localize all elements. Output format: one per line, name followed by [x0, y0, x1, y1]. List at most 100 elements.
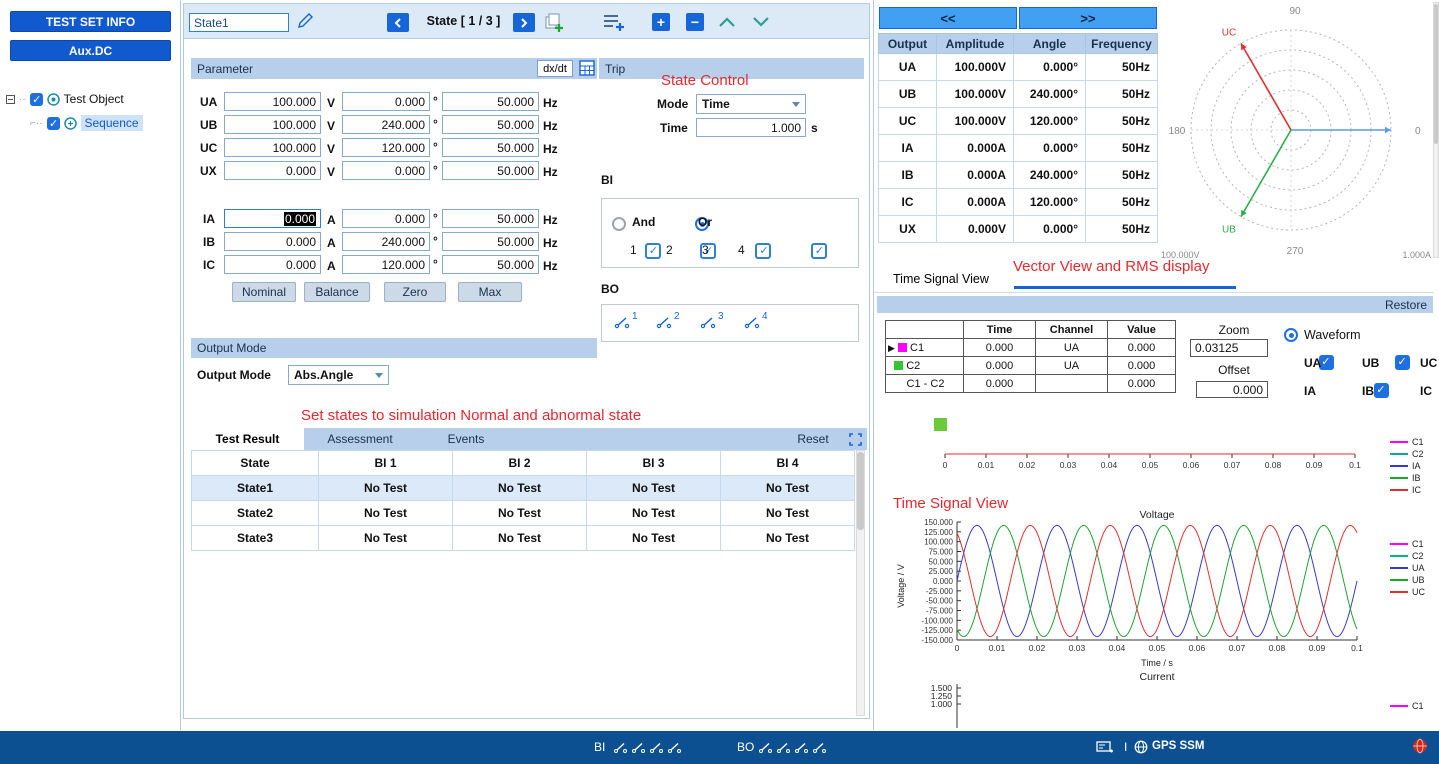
- device-connection-icon[interactable]: [1096, 740, 1114, 758]
- legend-item: UB: [1390, 574, 1438, 586]
- tab-test-result[interactable]: Test Result: [191, 428, 304, 450]
- bo-3-switch-icon[interactable]: [700, 314, 716, 332]
- cursor-row-c2[interactable]: C2 0.000 UA 0.000: [886, 357, 1176, 375]
- ic-amplitude-input[interactable]: [224, 255, 321, 274]
- dxdt-button[interactable]: dx/dt: [537, 60, 573, 77]
- waveform-radio[interactable]: [1284, 328, 1298, 342]
- bi-3-checkbox[interactable]: [755, 243, 771, 259]
- cursor-row-c1[interactable]: ▶ C1 0.000 UA 0.000: [886, 339, 1176, 357]
- ia-amplitude-input[interactable]: 0.000: [224, 209, 321, 228]
- output-mode-select[interactable]: Abs.Angle: [288, 365, 389, 385]
- output-cell: UX: [879, 216, 937, 243]
- bi-and-radio[interactable]: [612, 217, 626, 231]
- ub-amplitude-input[interactable]: [224, 115, 321, 134]
- ua-frequency-input[interactable]: [442, 92, 539, 111]
- add-state-button[interactable]: +: [652, 13, 670, 31]
- move-up-button[interactable]: [717, 15, 737, 29]
- angle-90-label: 90: [1289, 6, 1301, 17]
- remove-state-button[interactable]: −: [686, 13, 704, 31]
- ub-frequency-input[interactable]: [442, 115, 539, 134]
- edit-state-name-icon[interactable]: [294, 10, 316, 32]
- bi2-cell: No Test: [453, 501, 587, 526]
- ib-angle-input[interactable]: [342, 232, 430, 251]
- angle-cell: 0.000°: [1014, 135, 1086, 162]
- prev-state-button[interactable]: [387, 13, 409, 32]
- trip-time-input[interactable]: [696, 118, 806, 137]
- ib-amplitude-input[interactable]: [224, 232, 321, 251]
- application-window: TEST SET INFO Aux.DC ·· Test Object ⌐·· …: [0, 0, 1439, 764]
- tab-time-signal-view[interactable]: Time Signal View: [893, 272, 989, 286]
- move-down-button[interactable]: [751, 15, 771, 29]
- bi-4-checkbox[interactable]: [811, 243, 827, 259]
- ua-amplitude-input[interactable]: [224, 92, 321, 111]
- table-row-state1[interactable]: State1 No Test No Test No Test No Test: [192, 476, 855, 501]
- vector-scrollbar[interactable]: [1433, 2, 1439, 258]
- ia-angle-input[interactable]: [342, 209, 430, 228]
- calculator-icon[interactable]: [579, 60, 595, 76]
- parameter-title: Parameter: [197, 62, 253, 76]
- balance-button[interactable]: Balance: [304, 282, 370, 302]
- results-scrollbar[interactable]: [856, 450, 865, 716]
- uc-angle-input[interactable]: [342, 138, 430, 157]
- ux-frequency-input[interactable]: [442, 161, 539, 180]
- restore-button[interactable]: Restore: [1385, 298, 1427, 312]
- ux-angle-input[interactable]: [342, 161, 430, 180]
- hz-label: Hz: [543, 236, 558, 250]
- ux-amplitude-input[interactable]: [224, 161, 321, 180]
- y-tick-label: -75.000: [926, 607, 954, 616]
- tab-events[interactable]: Events: [416, 428, 516, 450]
- ia-frequency-input[interactable]: [442, 209, 539, 228]
- sequence-checkbox[interactable]: [47, 117, 60, 130]
- insert-state-icon[interactable]: [601, 11, 627, 33]
- prev-page-button[interactable]: <<: [879, 7, 1017, 29]
- parameter-grid: UA V ° Hz UB V ° Hz UC V ° Hz UX: [191, 82, 597, 302]
- x-tick-label: 0.1: [1349, 460, 1361, 470]
- hz-label: Hz: [543, 165, 558, 179]
- value-cell: 0.000: [1108, 339, 1176, 357]
- tab-assessment[interactable]: Assessment: [304, 428, 416, 450]
- ic-frequency-input[interactable]: [442, 255, 539, 274]
- cursor-drag-handle[interactable]: [934, 418, 947, 431]
- tree-item-label: Test Object: [64, 92, 124, 106]
- table-row-state2[interactable]: State2 No Test No Test No Test No Test: [192, 501, 855, 526]
- copy-state-icon[interactable]: [543, 11, 565, 33]
- next-page-button[interactable]: >>: [1019, 7, 1157, 29]
- network-status-icon[interactable]: [1412, 738, 1428, 757]
- ic-angle-input[interactable]: [342, 255, 430, 274]
- zoom-input[interactable]: [1190, 339, 1268, 357]
- tree-expand-toggle[interactable]: [6, 95, 15, 104]
- angle-cell: 0.000°: [1014, 54, 1086, 81]
- frequency-cell: 50Hz: [1086, 54, 1158, 81]
- ub-angle-input[interactable]: [342, 115, 430, 134]
- aux-dc-button[interactable]: Aux.DC: [10, 40, 171, 61]
- ia-checkbox[interactable]: [1374, 383, 1389, 398]
- bo-4-switch-icon[interactable]: [744, 314, 760, 332]
- output-cell: IC: [879, 189, 937, 216]
- max-button[interactable]: Max: [458, 282, 522, 302]
- expand-icon[interactable]: [843, 428, 867, 450]
- uc-frequency-input[interactable]: [442, 138, 539, 157]
- next-state-button[interactable]: [513, 13, 535, 32]
- uc-amplitude-input[interactable]: [224, 138, 321, 157]
- bo-1-switch-icon[interactable]: [614, 314, 630, 332]
- bi-1-checkbox[interactable]: [645, 243, 661, 259]
- test-set-info-button[interactable]: TEST SET INFO: [10, 11, 171, 32]
- trip-mode-select[interactable]: Time: [696, 94, 806, 114]
- nominal-button[interactable]: Nominal: [232, 282, 296, 302]
- reset-button[interactable]: Reset: [783, 428, 843, 450]
- bo-2-switch-icon[interactable]: [656, 314, 672, 332]
- zero-button[interactable]: Zero: [384, 282, 446, 302]
- tree-item-sequence[interactable]: ⌐·· Sequence: [30, 114, 180, 132]
- offset-input[interactable]: [1196, 381, 1268, 398]
- ib-frequency-input[interactable]: [442, 232, 539, 251]
- amplitude-cell: 100.000V: [937, 54, 1014, 81]
- table-row-state3[interactable]: State3 No Test No Test No Test No Test: [192, 526, 855, 551]
- column-header: State: [192, 451, 319, 476]
- ub-checkbox[interactable]: [1395, 355, 1410, 370]
- test-object-checkbox[interactable]: [30, 93, 43, 106]
- x-tick-label: 0.06: [1183, 460, 1200, 470]
- ua-angle-input[interactable]: [342, 92, 430, 111]
- degree-label: °: [433, 257, 438, 271]
- state-name-input[interactable]: [189, 13, 289, 32]
- tree-item-test-object[interactable]: ·· Test Object: [6, 90, 176, 108]
